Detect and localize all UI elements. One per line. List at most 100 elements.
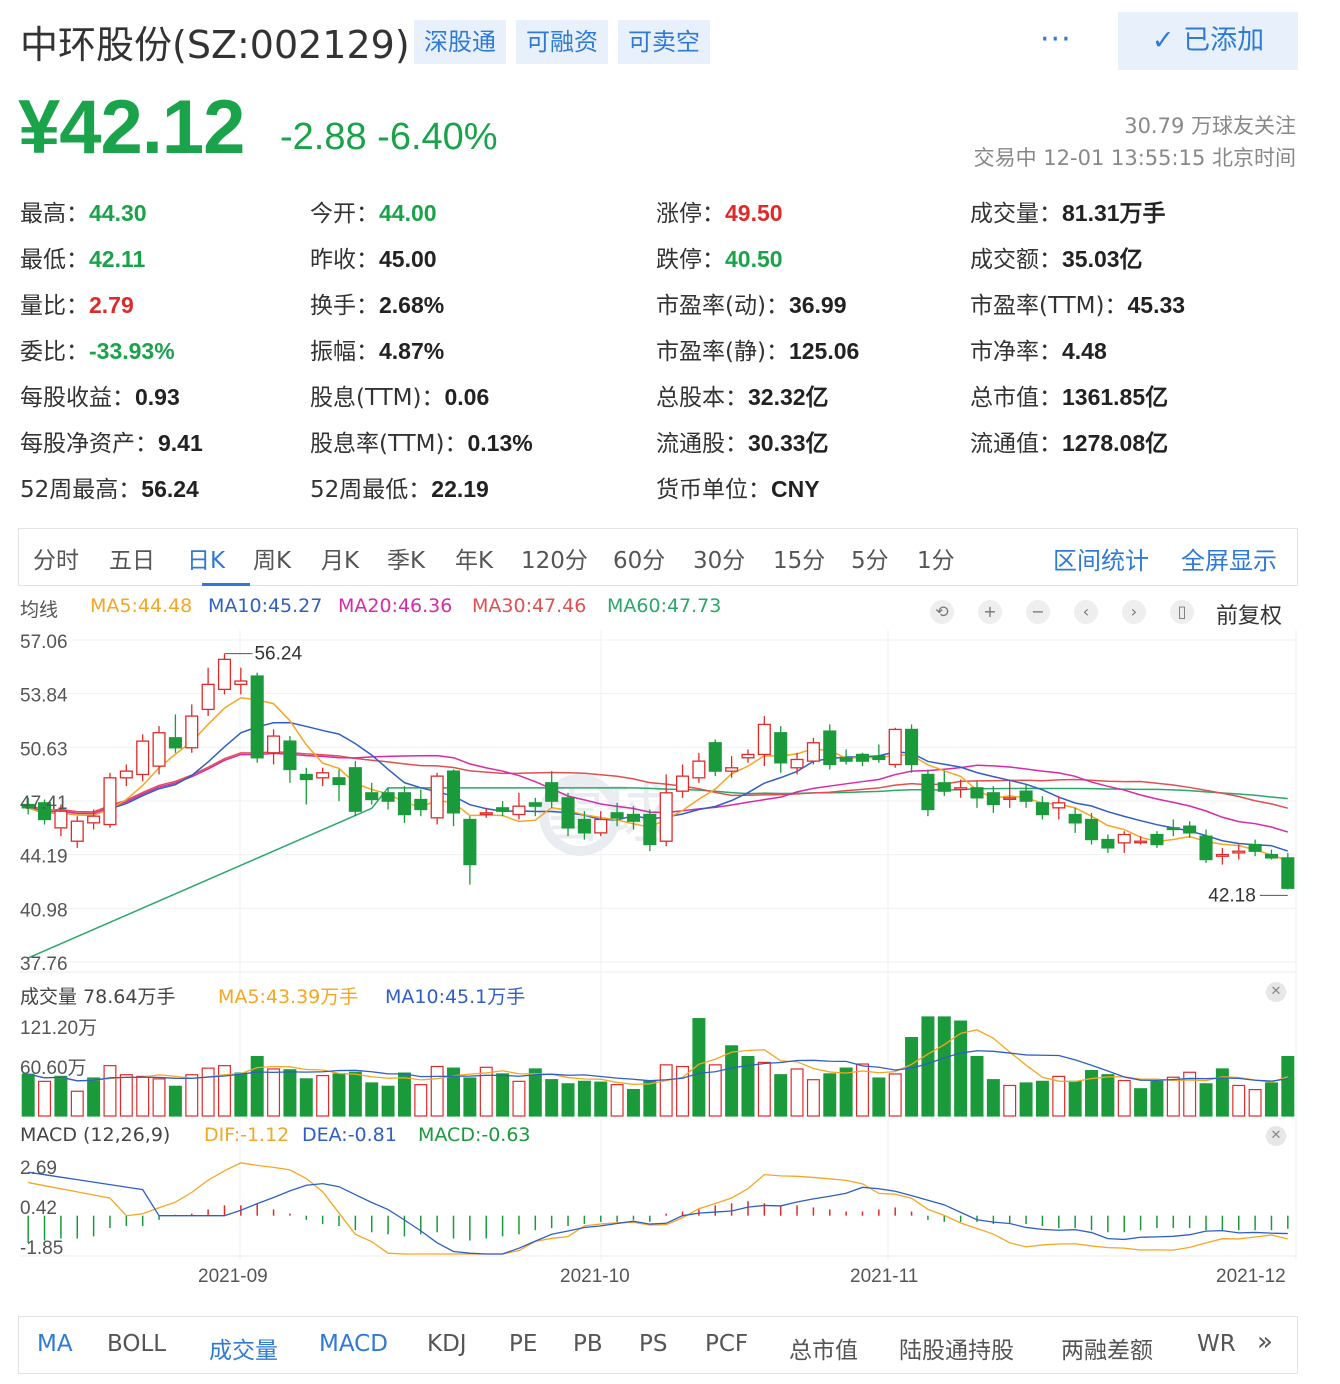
candle-body bbox=[725, 767, 739, 772]
volume-bar bbox=[806, 1079, 820, 1117]
volume-bar bbox=[921, 1016, 935, 1117]
volume-bar bbox=[954, 1020, 968, 1117]
candle-body bbox=[1248, 843, 1262, 852]
volume-bar bbox=[168, 1085, 182, 1117]
candle-body bbox=[1003, 797, 1017, 800]
volume-bar bbox=[217, 1065, 231, 1117]
volume-bar bbox=[54, 1075, 68, 1117]
tab-indicator[interactable]: PB bbox=[573, 1331, 603, 1357]
price-axis-label: 50.63 bbox=[20, 739, 68, 760]
candle-body bbox=[250, 675, 264, 759]
tab-indicator[interactable]: 总市值 bbox=[789, 1331, 858, 1365]
tab-indicator[interactable]: MA bbox=[37, 1331, 73, 1357]
price-axis-label: 53.84 bbox=[20, 686, 68, 707]
candle-body bbox=[561, 797, 575, 829]
candle-body bbox=[675, 775, 690, 792]
candle-body bbox=[332, 777, 346, 786]
close-volume-icon[interactable]: ✕ bbox=[1266, 982, 1286, 1002]
candle-body bbox=[136, 740, 150, 776]
tab-indicator[interactable]: 两融差额 bbox=[1061, 1331, 1153, 1365]
candle-body bbox=[496, 807, 510, 812]
volume-bar bbox=[1068, 1080, 1082, 1117]
candle-body bbox=[937, 782, 951, 792]
volume-axis-label: 121.20万 bbox=[20, 1018, 97, 1039]
volume-bar bbox=[283, 1069, 297, 1117]
candle-body bbox=[283, 740, 297, 771]
price-axis-label: 57.06 bbox=[20, 632, 68, 653]
volume-axis-label: 60.60万 bbox=[20, 1058, 87, 1079]
tab-indicator[interactable]: 陆股通持股 bbox=[899, 1331, 1014, 1365]
candle-body bbox=[970, 787, 984, 799]
candle-body bbox=[643, 813, 657, 846]
candle-body bbox=[365, 792, 379, 801]
volume-bar bbox=[1101, 1074, 1115, 1117]
candle-body bbox=[1052, 802, 1066, 809]
candle-body bbox=[185, 715, 199, 749]
tab-indicator[interactable]: PS bbox=[639, 1331, 667, 1357]
candle-body bbox=[839, 757, 853, 762]
volume-bar bbox=[1150, 1080, 1164, 1117]
volume-bar bbox=[496, 1073, 510, 1117]
volume-bar bbox=[299, 1078, 313, 1117]
candle-body bbox=[888, 728, 902, 766]
volume-bar bbox=[1281, 1055, 1295, 1117]
tab-indicator[interactable]: PCF bbox=[705, 1331, 748, 1357]
candle-body bbox=[855, 753, 870, 762]
tab-indicator[interactable]: PE bbox=[509, 1331, 537, 1357]
close-macd-icon[interactable]: ✕ bbox=[1266, 1126, 1286, 1146]
volume-ma10-line bbox=[28, 1050, 1288, 1082]
tab-indicator[interactable]: MACD bbox=[319, 1331, 388, 1357]
date-label: 2021-11 bbox=[850, 1266, 919, 1287]
tab-indicator[interactable]: KDJ bbox=[427, 1331, 467, 1357]
macd-title: MACD (12,26,9) bbox=[20, 1124, 171, 1146]
volume-bar bbox=[1215, 1068, 1229, 1117]
candle-body bbox=[774, 732, 788, 764]
volume-bar bbox=[545, 1079, 559, 1117]
candle-body bbox=[217, 658, 232, 691]
macd-dif-line bbox=[28, 1162, 1288, 1255]
volume-bar bbox=[937, 1016, 951, 1117]
volume-bar bbox=[234, 1072, 248, 1117]
candle-body bbox=[479, 812, 493, 815]
volume-bar bbox=[1264, 1082, 1278, 1117]
volume-bar bbox=[136, 1075, 150, 1117]
candle-body bbox=[1183, 825, 1197, 834]
volume-bar bbox=[479, 1066, 493, 1117]
volume-bar bbox=[21, 1073, 35, 1117]
kline-chart[interactable]: 雪球57.0653.8450.6347.4144.1940.9837.7656.… bbox=[0, 0, 1340, 1300]
volume-bar bbox=[87, 1077, 101, 1117]
volume-bar bbox=[790, 1068, 804, 1117]
candle-body bbox=[1281, 857, 1295, 889]
macd-dea: DEA:-0.81 bbox=[302, 1124, 397, 1146]
candle-body bbox=[168, 737, 182, 749]
volume-bar bbox=[201, 1067, 215, 1117]
volume-bar bbox=[872, 1077, 886, 1117]
volume-bar bbox=[610, 1084, 624, 1117]
candle-body bbox=[70, 820, 84, 842]
candle-body bbox=[528, 802, 542, 807]
indicator-tabbar: MA BOLL 成交量 MACD KDJ PE PB PS PCF 总市值 陆股通持股 两融差额 WR … bbox=[18, 1316, 1298, 1374]
volume-bar bbox=[381, 1085, 395, 1117]
volume-bar bbox=[725, 1045, 739, 1117]
volume-bar bbox=[970, 1055, 984, 1117]
tab-indicator[interactable]: BOLL bbox=[107, 1331, 166, 1357]
volume-bar bbox=[659, 1064, 673, 1117]
tab-indicator[interactable]: 成交量 bbox=[209, 1331, 278, 1365]
volume-bar bbox=[1019, 1082, 1033, 1117]
candle-body bbox=[1068, 813, 1082, 824]
candle-body bbox=[594, 818, 608, 834]
price-axis-label: 44.19 bbox=[20, 847, 68, 868]
candle-body bbox=[381, 792, 395, 802]
volume-bar bbox=[103, 1065, 117, 1117]
candle-body bbox=[430, 775, 444, 819]
candle-body bbox=[1215, 853, 1229, 857]
candle-body bbox=[545, 782, 559, 802]
volume-bar bbox=[561, 1083, 575, 1117]
candle-body bbox=[1199, 835, 1213, 861]
volume-bar bbox=[267, 1068, 281, 1117]
candle-body bbox=[512, 805, 526, 816]
candle-body bbox=[1232, 850, 1246, 854]
more-indicators-icon[interactable]: » bbox=[1257, 1327, 1273, 1357]
tab-indicator[interactable]: WR bbox=[1197, 1331, 1236, 1357]
candle-body bbox=[954, 787, 968, 791]
